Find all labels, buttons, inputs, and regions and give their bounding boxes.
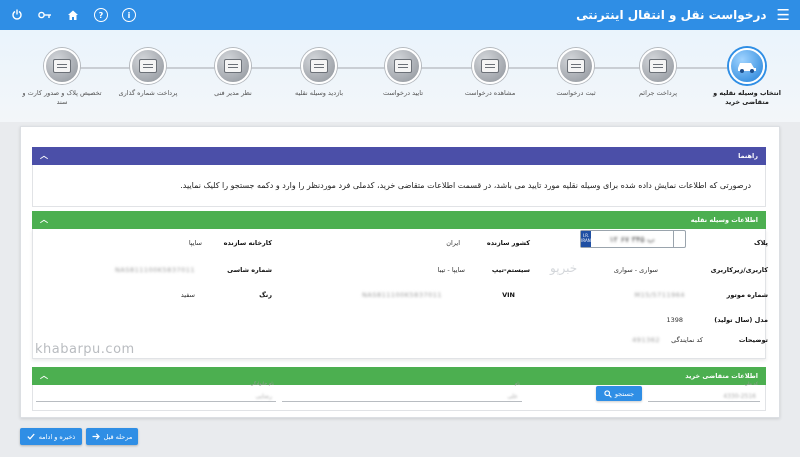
step-pay-numbering[interactable]: پرداخت شماره گذاری — [108, 48, 188, 98]
buyer-panel-header[interactable]: اطلاعات متقاضی خرید ︿ — [32, 367, 766, 385]
usage-label: کاربری/زیرکاربری — [710, 266, 768, 274]
step-label: ثبت درخواست — [556, 89, 596, 97]
search-label: جستجو — [614, 389, 635, 398]
prev-label: مرحله قبل — [103, 432, 133, 441]
search-icon — [604, 389, 612, 398]
step-label: تخصیص پلاک و صدور کارت و سند — [22, 89, 102, 106]
chassis-label: شماره شاسی — [227, 266, 272, 274]
color-value: سفید — [180, 291, 195, 299]
system-label: سیستم-تیپ — [491, 266, 530, 274]
chevron-up-icon[interactable]: ︿ — [40, 216, 48, 224]
manager-icon — [215, 48, 251, 84]
chevron-up-icon[interactable]: ︿ — [40, 152, 48, 160]
vehicle-title: اطلاعات وسیله نقلیه — [690, 216, 758, 224]
manufacturer-value: سایپا — [188, 239, 202, 247]
step-vehicle-inspection[interactable]: بازدید وسیله نقلیه — [279, 48, 359, 98]
first-name-placeholder: نام — [514, 382, 520, 387]
step-label: تایید درخواست — [382, 89, 424, 97]
step-technical-manager[interactable]: نظر مدیر فنی — [193, 48, 273, 98]
help-icon[interactable]: ? — [94, 8, 108, 22]
watermark-url: khabarpu.com — [35, 342, 135, 357]
car-user-icon — [729, 48, 765, 84]
buyer-title: اطلاعات متقاضی خرید — [685, 372, 758, 380]
search-button[interactable]: جستجو — [596, 386, 642, 401]
check-icon — [27, 433, 35, 440]
country-label: کشور سازنده — [486, 239, 530, 247]
manufacturer-label: کارخانه سازنده — [223, 239, 272, 247]
info-icon[interactable]: i — [122, 8, 136, 22]
form-edit-icon — [558, 48, 594, 84]
arrow-right-icon — [92, 433, 100, 440]
guide-text: درصورتی که اطلاعات نمایش داده شده برای و… — [180, 181, 751, 190]
step-label: مشاهده درخواست — [464, 89, 516, 97]
first-name-value: علی — [507, 393, 518, 400]
previous-step-button[interactable]: مرحله قبل — [86, 428, 138, 445]
last-name-input[interactable]: نام خانوادگی رضایی — [36, 382, 276, 402]
fine-ticket-icon — [640, 48, 676, 84]
step-view-request[interactable]: مشاهده درخواست — [450, 48, 530, 98]
engine-value: M15/5711964 — [634, 291, 685, 299]
step-label: نظر مدیر فنی — [214, 89, 252, 97]
description-code: 491362 — [632, 336, 660, 344]
watermark-logo-fa: خبرپو — [550, 261, 578, 275]
top-bar: ☰ درخواست نقل و انتقال اینترنتی ? i — [0, 0, 800, 30]
step-label: انتخاب وسیله نقلیه و متقاضی خرید — [713, 89, 781, 106]
plate-label: پلاک — [753, 239, 768, 247]
last-name-value: رضایی — [255, 393, 273, 400]
guide-panel-body: درصورتی که اطلاعات نمایش داده شده برای و… — [32, 165, 766, 207]
description-label: توضیحات — [738, 336, 768, 344]
step-select-vehicle[interactable]: انتخاب وسیله نقلیه و متقاضی خرید — [707, 48, 787, 107]
approve-stamp-icon — [385, 48, 421, 84]
save-continue-button[interactable]: ذخیره و ادامه — [20, 428, 82, 445]
vehicle-panel-header[interactable]: اطلاعات وسیله نقلیه ︿ — [32, 211, 766, 229]
step-assign-plate[interactable]: تخصیص پلاک و صدور کارت و سند — [22, 48, 102, 107]
vin-label: VIN — [502, 291, 515, 299]
last-name-placeholder: نام خانوادگی — [250, 382, 274, 387]
plate-number: ۱۲ ب ۳۴۵ ۶۷ — [609, 234, 655, 244]
usage-value: سواری - سواری — [613, 266, 658, 274]
national-id-placeholder: کد ملی — [744, 382, 758, 387]
key-icon[interactable] — [38, 8, 52, 22]
progress-stepper: انتخاب وسیله نقلیه و متقاضی خرید پرداخت … — [0, 30, 800, 122]
step-register-request[interactable]: ثبت درخواست — [536, 48, 616, 98]
plate-flag: I.R. IRAN — [581, 231, 591, 247]
national-id-input[interactable]: کد ملی 4330-2516 — [648, 382, 760, 402]
plate-region — [673, 231, 685, 247]
plate-card-icon — [44, 48, 80, 84]
chevron-up-icon[interactable]: ︿ — [40, 372, 48, 380]
document-view-icon — [472, 48, 508, 84]
engine-label: شماره موتور — [726, 291, 768, 299]
description-value: کد نمایندگی — [671, 336, 703, 344]
chassis-value: NAS811100K5837011 — [115, 266, 195, 274]
model-label: مدل (سال تولید) — [714, 316, 768, 324]
home-icon[interactable] — [66, 8, 80, 22]
vin-value: NAS811100K5837011 — [362, 291, 442, 299]
guide-title: راهنما — [738, 152, 758, 160]
step-label: پرداخت شماره گذاری — [118, 89, 178, 97]
page-title: درخواست نقل و انتقال اینترنتی — [576, 8, 767, 22]
license-plate: I.R. IRAN ۱۲ ب ۳۴۵ ۶۷ — [580, 230, 686, 248]
power-icon[interactable] — [10, 8, 24, 22]
hamburger-icon[interactable]: ☰ — [777, 7, 790, 23]
national-id-value: 4330-2516 — [723, 393, 756, 400]
guide-panel-header[interactable]: راهنما ︿ — [32, 147, 766, 165]
color-label: رنگ — [259, 291, 272, 299]
system-value: سایپا - تیبا — [437, 266, 465, 274]
first-name-input[interactable]: نام علی — [282, 382, 522, 402]
country-value: ایران — [446, 239, 460, 247]
step-label: پرداخت جرائم — [638, 89, 678, 97]
step-label: بازدید وسیله نقلیه — [294, 89, 344, 97]
step-approve-request[interactable]: تایید درخواست — [363, 48, 443, 98]
save-label: ذخیره و ادامه — [38, 432, 76, 441]
step-pay-fines[interactable]: پرداخت جرائم — [618, 48, 698, 98]
payment-icon — [130, 48, 166, 84]
inspector-icon — [301, 48, 337, 84]
model-value: 1398 — [666, 316, 683, 324]
